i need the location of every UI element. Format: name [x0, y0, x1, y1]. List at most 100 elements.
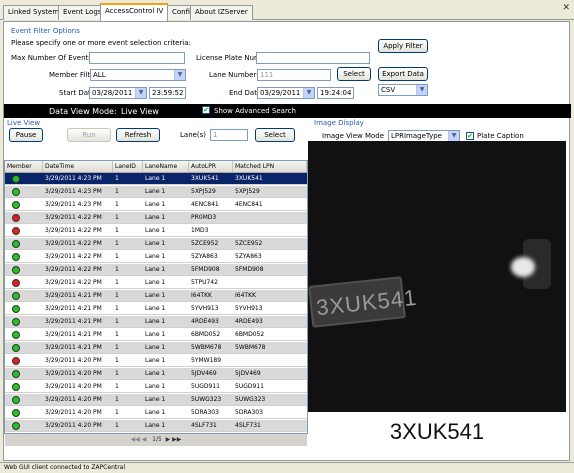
member-filter-select[interactable]: ALL ▼: [90, 69, 186, 81]
lanes-select-button[interactable]: Select: [255, 128, 295, 142]
cell-autolpr: 5FMD908: [191, 266, 220, 273]
cell-autolpr: 5UGD911: [191, 383, 220, 390]
status-bar: Web GUI client connected to ZAPCentral: [0, 462, 574, 473]
cell-autolpr: 5ZCE952: [191, 240, 219, 247]
export-data-button[interactable]: Export Data: [378, 67, 428, 81]
cell-laneid: 1: [115, 175, 119, 182]
cell-lanename: Lane 1: [145, 201, 166, 208]
tab-accesscontrol-iv[interactable]: AccessControl IV: [100, 3, 169, 21]
cell-laneid: 1: [115, 344, 119, 351]
cell-datetime: 3/29/2011 4:21 PM: [45, 292, 102, 299]
cell-lanename: Lane 1: [145, 396, 166, 403]
column-header-laneid[interactable]: LaneID: [113, 161, 143, 172]
column-header-autolpr[interactable]: AutoLPR: [189, 161, 233, 172]
lanes-input[interactable]: 1: [210, 129, 248, 141]
lane-select-button[interactable]: Select: [337, 67, 371, 81]
cell-lanename: Lane 1: [145, 227, 166, 234]
table-row[interactable]: 3/29/2011 4:22 PM 1 Lane 1 5FMD908 5FMD908: [5, 264, 307, 276]
data-view-mode-value: Live View: [121, 107, 159, 116]
cell-datetime: 3/29/2011 4:21 PM: [45, 344, 102, 351]
cell-laneid: 1: [115, 253, 119, 260]
table-row[interactable]: 3/29/2011 4:21 PM 1 Lane 1 6BMD052 6BMD052: [5, 329, 307, 341]
cell-matched-lpn: 5ZCE952: [235, 240, 263, 247]
table-row[interactable]: 3/29/2011 4:23 PM 1 Lane 1 4ENC841 4ENC841: [5, 199, 307, 211]
table-row[interactable]: 3/29/2011 4:21 PM 1 Lane 1 5YVH913 5YVH913: [5, 303, 307, 315]
cell-autolpr: 4SLF731: [191, 422, 217, 429]
run-button[interactable]: Run: [67, 128, 111, 142]
table-row[interactable]: 3/29/2011 4:22 PM 1 Lane 1 5ZCE952 5ZCE952: [5, 238, 307, 250]
cell-matched-lpn: I64TKK: [235, 292, 256, 299]
export-format-select[interactable]: CSV ▼: [378, 84, 428, 96]
column-header-matched-lpn[interactable]: Matched LPN: [233, 161, 307, 172]
export-format-value: CSV: [381, 86, 396, 94]
close-icon[interactable]: ✕: [562, 3, 570, 13]
table-row[interactable]: 3/29/2011 4:20 PM 1 Lane 1 5DRA303 5DRA303: [5, 407, 307, 419]
table-row[interactable]: 3/29/2011 4:22 PM 1 Lane 1 5TPU742: [5, 277, 307, 289]
cell-matched-lpn: 5ZYA863: [235, 253, 262, 260]
table-row[interactable]: 3/29/2011 4:20 PM 1 Lane 1 5YMW189: [5, 355, 307, 367]
plate-caption-checkbox[interactable]: ✔: [466, 132, 474, 140]
cell-matched-lpn: 4RDE493: [235, 318, 263, 325]
plate-input[interactable]: [256, 52, 370, 64]
column-header-datetime[interactable]: DateTime: [43, 161, 113, 172]
calendar-dropdown-icon[interactable]: ▼: [135, 88, 146, 98]
tab-about-izserver[interactable]: About IZServer: [190, 5, 253, 20]
cell-lanename: Lane 1: [145, 305, 166, 312]
chevron-down-icon[interactable]: ▼: [448, 131, 459, 141]
member-status-icon: [12, 370, 20, 378]
end-date-value: 03/29/2011: [260, 89, 301, 97]
cell-autolpr: 1MD3: [191, 227, 209, 234]
chevron-down-icon[interactable]: ▼: [416, 85, 427, 95]
pause-button[interactable]: Pause: [9, 128, 43, 142]
max-events-input[interactable]: [89, 52, 185, 64]
prev-page-icon[interactable]: ◀◀ ◀: [131, 436, 147, 443]
end-time-input[interactable]: 19:24:04: [317, 87, 354, 99]
cell-lanename: Lane 1: [145, 292, 166, 299]
cell-datetime: 3/29/2011 4:23 PM: [45, 175, 102, 182]
member-status-icon: [12, 357, 20, 365]
cell-datetime: 3/29/2011 4:23 PM: [45, 201, 102, 208]
member-status-icon: [12, 331, 20, 339]
table-row[interactable]: 3/29/2011 4:21 PM 1 Lane 1 I64TKK I64TKK: [5, 290, 307, 302]
member-status-icon: [12, 318, 20, 326]
apply-filter-button[interactable]: Apply Filter: [378, 39, 428, 53]
member-filter-value: ALL: [93, 71, 106, 79]
column-header-member[interactable]: Member: [5, 161, 43, 172]
table-row[interactable]: 3/29/2011 4:21 PM 1 Lane 1 4RDE493 4RDE493: [5, 316, 307, 328]
member-status-icon: [12, 409, 20, 417]
filter-instruction: Please specify one or more event selecti…: [11, 39, 191, 47]
member-status-icon: [12, 344, 20, 352]
table-row[interactable]: 3/29/2011 4:20 PM 1 Lane 1 4SLF731 4SLF731: [5, 420, 307, 432]
cell-autolpr: 5UWG323: [191, 396, 222, 403]
plate-caption-text: 3XUK541: [389, 419, 485, 444]
start-time-input[interactable]: 23:59:52: [149, 87, 186, 99]
image-view-mode-value: LPRImageType: [391, 132, 442, 140]
cell-datetime: 3/29/2011 4:22 PM: [45, 240, 102, 247]
column-header-lanename[interactable]: LaneName: [143, 161, 189, 172]
table-row[interactable]: 3/29/2011 4:22 PM 1 Lane 1 PR0MD3: [5, 212, 307, 224]
events-table: Member DateTime LaneID LaneName AutoLPR …: [4, 160, 308, 434]
lane-number-input[interactable]: 111: [257, 69, 331, 81]
table-row[interactable]: 3/29/2011 4:20 PM 1 Lane 1 5UGD911 5UGD911: [5, 381, 307, 393]
cell-datetime: 3/29/2011 4:22 PM: [45, 279, 102, 286]
filter-legend: Event Filter Options: [11, 27, 80, 35]
cell-lanename: Lane 1: [145, 422, 166, 429]
chevron-down-icon[interactable]: ▼: [174, 70, 185, 80]
end-date-input[interactable]: 03/29/2011 ▼: [257, 87, 315, 99]
table-row[interactable]: 3/29/2011 4:22 PM 1 Lane 1 5ZYA863 5ZYA863: [5, 251, 307, 263]
start-date-input[interactable]: 03/28/2011 ▼: [89, 87, 147, 99]
refresh-button[interactable]: Refresh: [116, 128, 160, 142]
next-page-icon[interactable]: ▶ ▶▶: [166, 436, 182, 443]
table-row[interactable]: 3/29/2011 4:22 PM 1 Lane 1 1MD3: [5, 225, 307, 237]
table-row[interactable]: 3/29/2011 4:23 PM 1 Lane 1 5XPJ529 5XPJ529: [5, 186, 307, 198]
table-row[interactable]: 3/29/2011 4:23 PM 1 Lane 1 3XUK541 3XUK541: [5, 173, 307, 185]
cell-matched-lpn: 5FMD908: [235, 266, 264, 273]
advanced-search-checkbox[interactable]: ✔: [202, 106, 210, 114]
member-status-icon: [12, 188, 20, 196]
cell-datetime: 3/29/2011 4:21 PM: [45, 331, 102, 338]
table-row[interactable]: 3/29/2011 4:20 PM 1 Lane 1 5JDV469 5JDV469: [5, 368, 307, 380]
calendar-dropdown-icon[interactable]: ▼: [303, 88, 314, 98]
cell-lanename: Lane 1: [145, 279, 166, 286]
table-row[interactable]: 3/29/2011 4:20 PM 1 Lane 1 5UWG323 5UWG323: [5, 394, 307, 406]
table-row[interactable]: 3/29/2011 4:21 PM 1 Lane 1 5WBM678 5WBM678: [5, 342, 307, 354]
